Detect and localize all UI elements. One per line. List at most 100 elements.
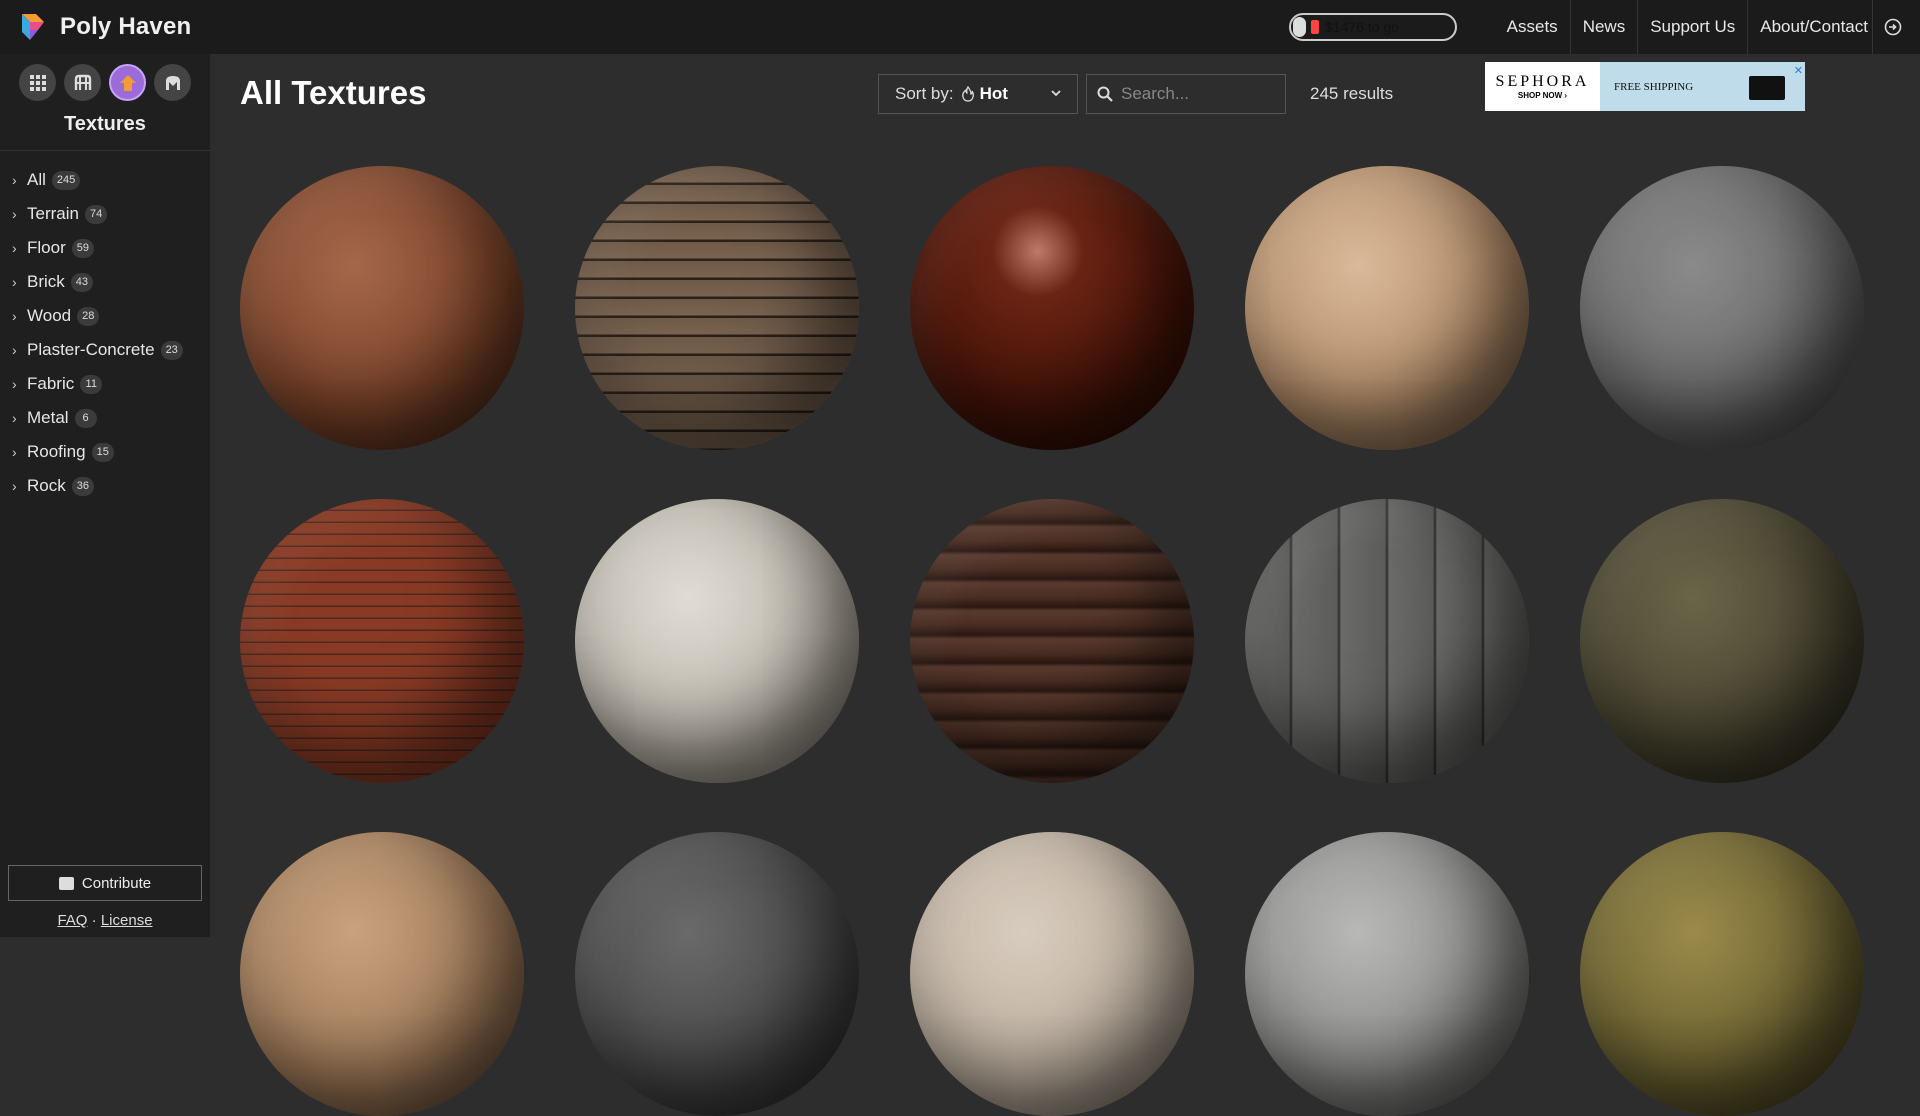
texture-thumbnail[interactable] — [910, 166, 1194, 450]
sort-value: Hot — [979, 84, 1008, 103]
login-icon — [1884, 18, 1901, 36]
chevron-right-icon: › — [12, 308, 17, 324]
category-all[interactable]: › All 245 — [0, 163, 210, 197]
funding-goal-icon — [1311, 20, 1319, 34]
grid-icon — [29, 74, 46, 91]
brand-name: Poly Haven — [60, 13, 192, 40]
models-button[interactable] — [154, 64, 191, 101]
texture-thumbnail[interactable] — [1245, 832, 1529, 1116]
chevron-right-icon: › — [12, 240, 17, 256]
texture-thumbnail[interactable] — [1580, 832, 1864, 1116]
category-label: Metal — [27, 408, 69, 427]
search-box[interactable] — [1086, 74, 1286, 114]
sidebar: Textures › All 245 › Terrain 74 › Floor 59 › Br… — [0, 54, 210, 937]
nav-support-us[interactable]: Support Us — [1637, 0, 1747, 54]
flame-icon — [961, 86, 974, 102]
category-count: 6 — [74, 408, 97, 428]
ad-brand: SEPHORA — [1495, 73, 1590, 90]
ad-close-icon[interactable]: ✕ — [1794, 64, 1803, 77]
contribute-label: Contribute — [81, 874, 152, 892]
category-count: 36 — [71, 476, 94, 496]
hdri-icon — [74, 74, 91, 90]
advertisement-banner[interactable]: SEPHORA SHOP NOW › FREE SHIPPING ✕ — [1485, 62, 1805, 111]
ad-offer: FREE SHIPPING — [1614, 80, 1694, 93]
category-count: 11 — [80, 374, 103, 394]
search-icon — [1097, 86, 1113, 102]
all-assets-button[interactable] — [19, 64, 56, 101]
category-metal[interactable]: › Metal 6 — [0, 401, 210, 435]
texture-thumbnail[interactable] — [910, 832, 1194, 1116]
login-button[interactable] — [1872, 0, 1912, 54]
chevron-right-icon: › — [12, 410, 17, 426]
category-plaster-concrete[interactable]: › Plaster-Concrete 23 — [0, 333, 210, 367]
category-label: Terrain — [27, 204, 79, 223]
category-fabric[interactable]: › Fabric 11 — [0, 367, 210, 401]
chevron-right-icon: › — [12, 342, 17, 358]
category-label: All — [27, 170, 46, 189]
category-count: 15 — [91, 442, 114, 462]
page-title: All Textures — [240, 74, 427, 111]
asset-type-switcher — [0, 64, 210, 101]
chevron-right-icon: › — [12, 478, 17, 494]
category-rock[interactable]: › Rock 36 — [0, 469, 210, 503]
category-label: Brick — [27, 272, 65, 291]
chevron-right-icon: › — [12, 172, 17, 188]
texture-thumbnail[interactable] — [1580, 166, 1864, 450]
brand-logo-link[interactable]: Poly Haven — [16, 12, 191, 42]
license-link[interactable]: License — [101, 912, 153, 929]
section-title: Textures — [0, 113, 210, 151]
category-label: Fabric — [27, 374, 75, 393]
funding-progress-button[interactable]: $1476 to go — [1289, 13, 1457, 41]
texture-thumbnail[interactable] — [1580, 499, 1864, 783]
top-bar: Poly Haven $1476 to go Assets News Suppo… — [0, 0, 1920, 54]
nav-about-contact[interactable]: About/Contact — [1747, 0, 1880, 54]
contribute-button[interactable]: Contribute — [8, 865, 202, 901]
truck-icon — [1749, 76, 1785, 100]
chevron-right-icon: › — [12, 376, 17, 392]
nav-news[interactable]: News — [1569, 0, 1638, 54]
nav-assets[interactable]: Assets — [1495, 0, 1570, 54]
sort-dropdown[interactable]: Sort by: Hot — [878, 74, 1078, 114]
category-label: Plaster-Concrete — [27, 340, 155, 359]
category-terrain[interactable]: › Terrain 74 — [0, 197, 210, 231]
textures-icon — [119, 74, 136, 91]
texture-thumbnail[interactable] — [1245, 166, 1529, 450]
category-wood[interactable]: › Wood 28 — [0, 299, 210, 333]
chevron-down-icon — [1051, 90, 1061, 97]
chevron-right-icon: › — [12, 274, 17, 290]
hdris-button[interactable] — [64, 64, 101, 101]
category-label: Floor — [27, 238, 66, 257]
texture-thumbnail[interactable] — [240, 166, 524, 450]
results-count: 245 results — [1310, 84, 1394, 103]
category-label: Roofing — [27, 442, 86, 461]
category-roofing[interactable]: › Roofing 15 — [0, 435, 210, 469]
sort-label: Sort by: — [895, 84, 954, 103]
texture-thumbnail[interactable] — [910, 499, 1194, 783]
category-floor[interactable]: › Floor 59 — [0, 231, 210, 265]
texture-thumbnail[interactable] — [575, 832, 859, 1116]
chevron-right-icon: › — [12, 444, 17, 460]
search-input[interactable] — [1121, 84, 1271, 104]
texture-thumbnail[interactable] — [575, 499, 859, 783]
sidebar-footer-links: FAQ · License — [0, 912, 210, 929]
category-count: 245 — [51, 170, 81, 190]
faq-link[interactable]: FAQ — [57, 912, 87, 929]
category-count: 74 — [84, 204, 108, 224]
texture-thumbnail[interactable] — [1245, 499, 1529, 783]
category-count: 28 — [77, 306, 100, 326]
chevron-right-icon: › — [12, 206, 17, 222]
texture-thumbnail[interactable] — [575, 166, 859, 450]
funding-progress-fill — [1293, 17, 1307, 37]
ad-brand-block: SEPHORA SHOP NOW › — [1485, 62, 1600, 111]
category-count: 59 — [71, 238, 94, 258]
upload-icon — [58, 876, 74, 890]
models-icon — [165, 75, 180, 90]
texture-thumbnail[interactable] — [240, 499, 524, 783]
texture-thumbnail[interactable] — [240, 832, 524, 1116]
category-list: › All 245 › Terrain 74 › Floor 59 › Brick 43 › Wo… — [0, 163, 210, 503]
funding-progress-text: $1476 to go — [1325, 19, 1399, 35]
category-count: 23 — [160, 340, 183, 360]
textures-button[interactable] — [109, 64, 146, 101]
ad-offer-block: FREE SHIPPING ✕ — [1600, 62, 1805, 111]
category-brick[interactable]: › Brick 43 — [0, 265, 210, 299]
